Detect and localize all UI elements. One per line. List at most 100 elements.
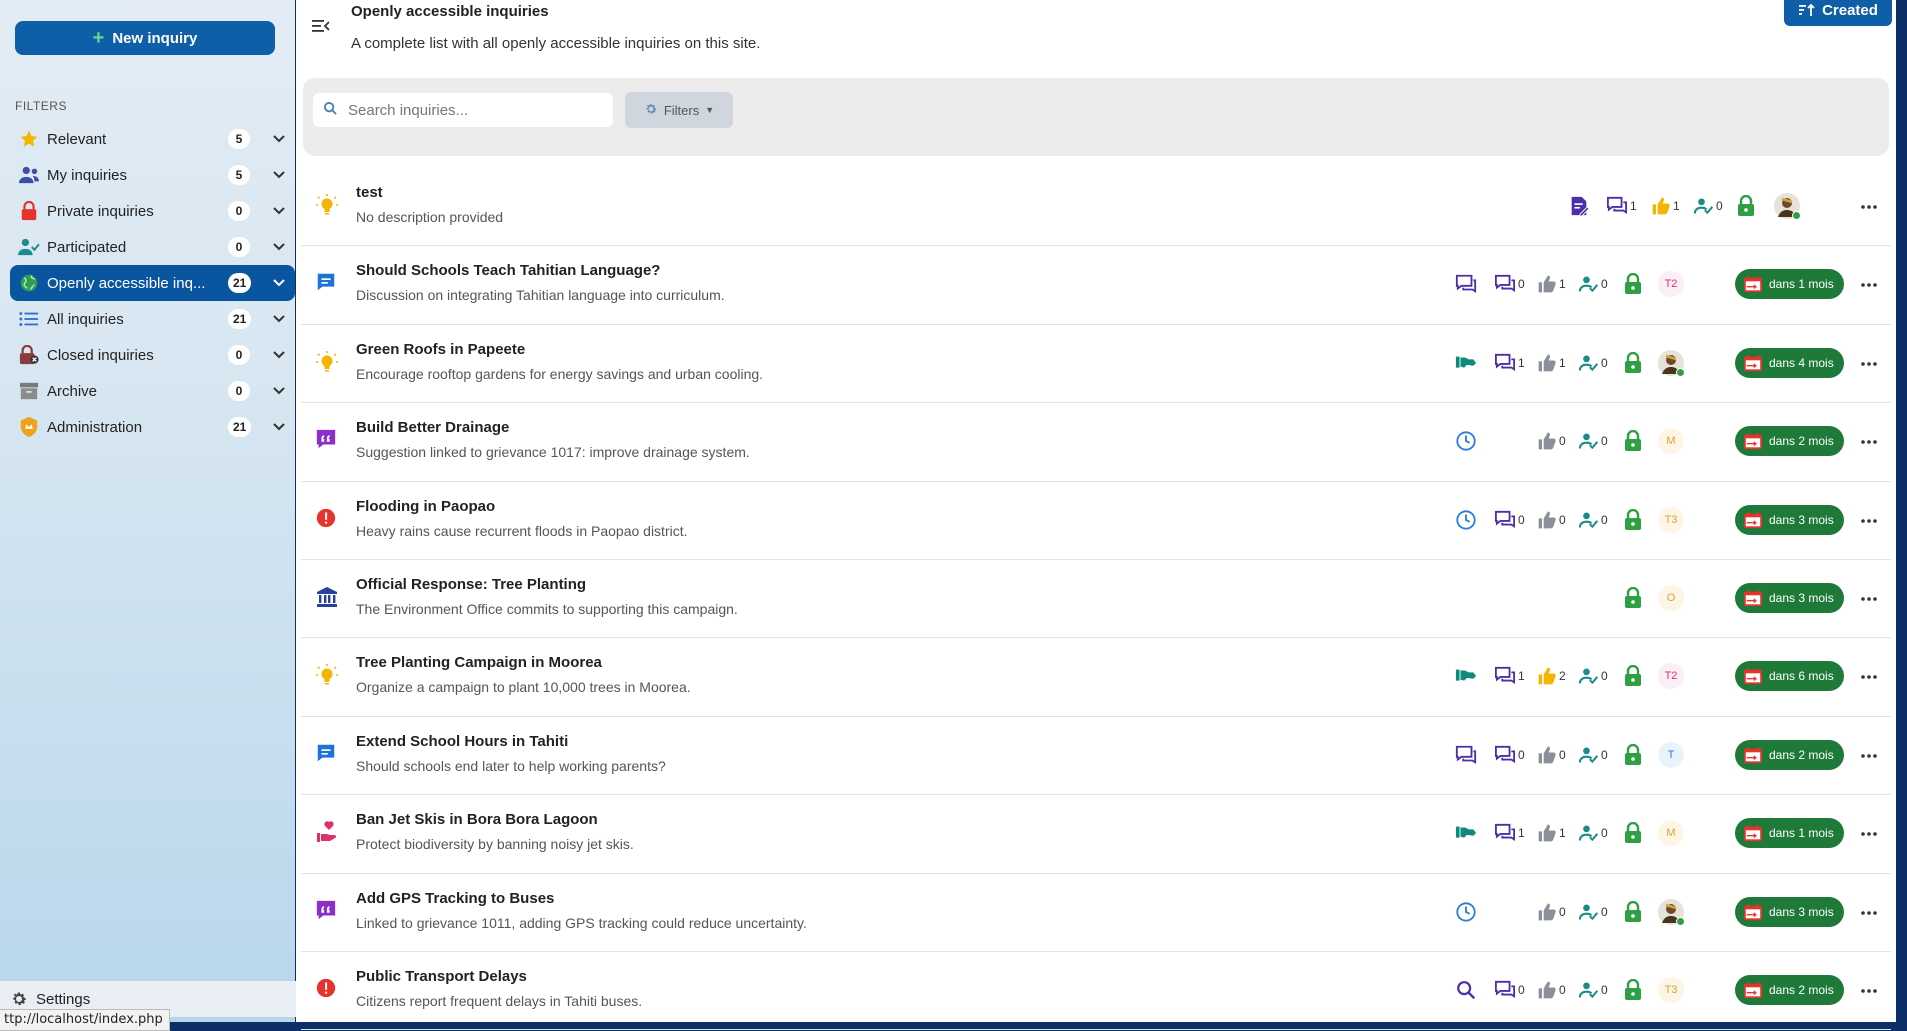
comments-count[interactable]: 0 <box>1494 740 1525 770</box>
participants-count[interactable]: 0 <box>1579 269 1608 299</box>
likes-count[interactable]: 0 <box>1537 740 1566 770</box>
likes-count[interactable]: 0 <box>1537 426 1566 456</box>
handshake-icon[interactable] <box>1455 348 1477 378</box>
likes-count[interactable]: 0 <box>1537 975 1566 1005</box>
comments-count[interactable]: 1 <box>1606 191 1637 221</box>
sidebar-item-archive[interactable]: Archive 0 <box>10 373 295 409</box>
inquiry-title[interactable]: Build Better Drainage <box>356 419 509 436</box>
participants-count[interactable]: 0 <box>1579 661 1608 691</box>
likes-count[interactable]: 1 <box>1537 348 1566 378</box>
inquiry-row[interactable]: Green Roofs in Papeete Encourage rooftop … <box>301 325 1891 404</box>
participants-count[interactable]: 0 <box>1579 505 1608 535</box>
participants-count[interactable]: 0 <box>1579 348 1608 378</box>
more-actions-icon[interactable] <box>1859 824 1879 844</box>
avatar[interactable]: T2 <box>1658 269 1684 299</box>
inquiry-title[interactable]: Tree Planting Campaign in Moorea <box>356 654 602 671</box>
inquiry-title[interactable]: Extend School Hours in Tahiti <box>356 733 568 750</box>
handshake-icon[interactable] <box>1455 818 1477 848</box>
more-actions-icon[interactable] <box>1859 746 1879 766</box>
filters-button[interactable]: Filters ▼ <box>625 92 733 128</box>
likes-count[interactable]: 0 <box>1537 505 1566 535</box>
sort-created-button[interactable]: Created <box>1784 0 1892 26</box>
comments-count[interactable]: 1 <box>1494 348 1525 378</box>
search-icon[interactable] <box>1455 975 1477 1005</box>
likes-count[interactable]: 1 <box>1651 191 1680 221</box>
chevron-down-icon[interactable] <box>270 382 288 400</box>
comments-count[interactable]: 0 <box>1494 269 1525 299</box>
inquiry-title[interactable]: Public Transport Delays <box>356 968 527 985</box>
avatar[interactable] <box>1774 191 1801 221</box>
inquiry-row[interactable]: Should Schools Teach Tahitian Language? D… <box>301 246 1891 325</box>
more-actions-icon[interactable] <box>1859 511 1879 531</box>
participants-count[interactable]: 0 <box>1579 975 1608 1005</box>
sidebar-item-openly-accessible-inq[interactable]: Openly accessible inq... 21 <box>10 265 295 301</box>
comments-count[interactable]: 0 <box>1494 975 1525 1005</box>
inquiry-title[interactable]: Green Roofs in Papeete <box>356 341 525 358</box>
participants-count[interactable]: 0 <box>1579 818 1608 848</box>
menu-toggle-icon[interactable] <box>310 16 332 36</box>
sidebar-item-participated[interactable]: Participated 0 <box>10 229 295 265</box>
sidebar-item-all-inquiries[interactable]: All inquiries 21 <box>10 301 295 337</box>
clock-icon[interactable] <box>1455 897 1477 927</box>
sidebar-item-private-inquiries[interactable]: Private inquiries 0 <box>10 193 295 229</box>
discussion-icon[interactable] <box>1455 269 1477 299</box>
likes-count[interactable]: 1 <box>1537 818 1566 848</box>
chevron-down-icon[interactable] <box>270 202 288 220</box>
avatar[interactable]: T <box>1658 740 1684 770</box>
more-actions-icon[interactable] <box>1859 275 1879 295</box>
likes-count[interactable]: 0 <box>1537 897 1566 927</box>
clock-icon[interactable] <box>1455 505 1477 535</box>
search-box[interactable] <box>313 93 613 127</box>
new-inquiry-button[interactable]: + New inquiry <box>15 21 275 55</box>
chevron-down-icon[interactable] <box>270 346 288 364</box>
inquiry-title[interactable]: Flooding in Paopao <box>356 498 495 515</box>
inquiry-row[interactable]: test No description provided 1 1 0 <box>301 168 1891 247</box>
inquiry-title[interactable]: Official Response: Tree Planting <box>356 576 586 593</box>
participants-count[interactable]: 0 <box>1579 426 1608 456</box>
chevron-down-icon[interactable] <box>270 274 288 292</box>
chevron-down-icon[interactable] <box>270 310 288 328</box>
more-actions-icon[interactable] <box>1859 903 1879 923</box>
inquiry-title[interactable]: Add GPS Tracking to Buses <box>356 890 554 907</box>
avatar[interactable]: M <box>1658 818 1684 848</box>
more-actions-icon[interactable] <box>1859 197 1879 217</box>
comments-count[interactable]: 1 <box>1494 661 1525 691</box>
more-actions-icon[interactable] <box>1859 981 1879 1001</box>
comments-count[interactable]: 0 <box>1494 505 1525 535</box>
search-input[interactable] <box>348 101 598 119</box>
chevron-down-icon[interactable] <box>270 418 288 436</box>
inquiry-title[interactable]: test <box>356 184 383 201</box>
inquiry-row[interactable]: Extend School Hours in Tahiti Should scho… <box>301 717 1891 796</box>
inquiry-row[interactable]: Flooding in Paopao Heavy rains cause recu… <box>301 482 1891 560</box>
more-actions-icon[interactable] <box>1859 432 1879 452</box>
edit-icon[interactable] <box>1568 191 1590 221</box>
inquiry-row[interactable]: Build Better Drainage Suggestion linked t… <box>301 403 1891 482</box>
more-actions-icon[interactable] <box>1859 667 1879 687</box>
inquiry-row[interactable]: Official Response: Tree Planting The Envi… <box>301 560 1891 639</box>
participants-count[interactable]: 0 <box>1694 191 1723 221</box>
avatar[interactable]: T3 <box>1658 505 1684 535</box>
sidebar-item-closed-inquiries[interactable]: Closed inquiries 0 <box>10 337 295 373</box>
likes-count[interactable]: 2 <box>1537 661 1566 691</box>
handshake-icon[interactable] <box>1455 661 1477 691</box>
inquiry-row[interactable]: Public Transport Delays Citizens report f… <box>301 952 1891 1031</box>
chevron-down-icon[interactable] <box>270 166 288 184</box>
chevron-down-icon[interactable] <box>270 130 288 148</box>
avatar[interactable] <box>1658 348 1685 378</box>
avatar[interactable]: T2 <box>1658 661 1684 691</box>
inquiry-title[interactable]: Should Schools Teach Tahitian Language? <box>356 262 660 279</box>
comments-count[interactable]: 1 <box>1494 818 1525 848</box>
participants-count[interactable]: 0 <box>1579 740 1608 770</box>
inquiry-row[interactable]: Add GPS Tracking to Buses Linked to griev… <box>301 874 1891 952</box>
inquiry-row[interactable]: Ban Jet Skis in Bora Bora Lagoon Protect … <box>301 795 1891 874</box>
discussion-icon[interactable] <box>1455 740 1477 770</box>
inquiry-title[interactable]: Ban Jet Skis in Bora Bora Lagoon <box>356 811 598 828</box>
avatar[interactable]: M <box>1658 426 1684 456</box>
more-actions-icon[interactable] <box>1859 354 1879 374</box>
participants-count[interactable]: 0 <box>1579 897 1608 927</box>
chevron-down-icon[interactable] <box>270 238 288 256</box>
avatar[interactable]: T3 <box>1658 975 1684 1005</box>
avatar[interactable]: O <box>1658 583 1684 613</box>
more-actions-icon[interactable] <box>1859 589 1879 609</box>
sidebar-item-my-inquiries[interactable]: My inquiries 5 <box>10 157 295 193</box>
